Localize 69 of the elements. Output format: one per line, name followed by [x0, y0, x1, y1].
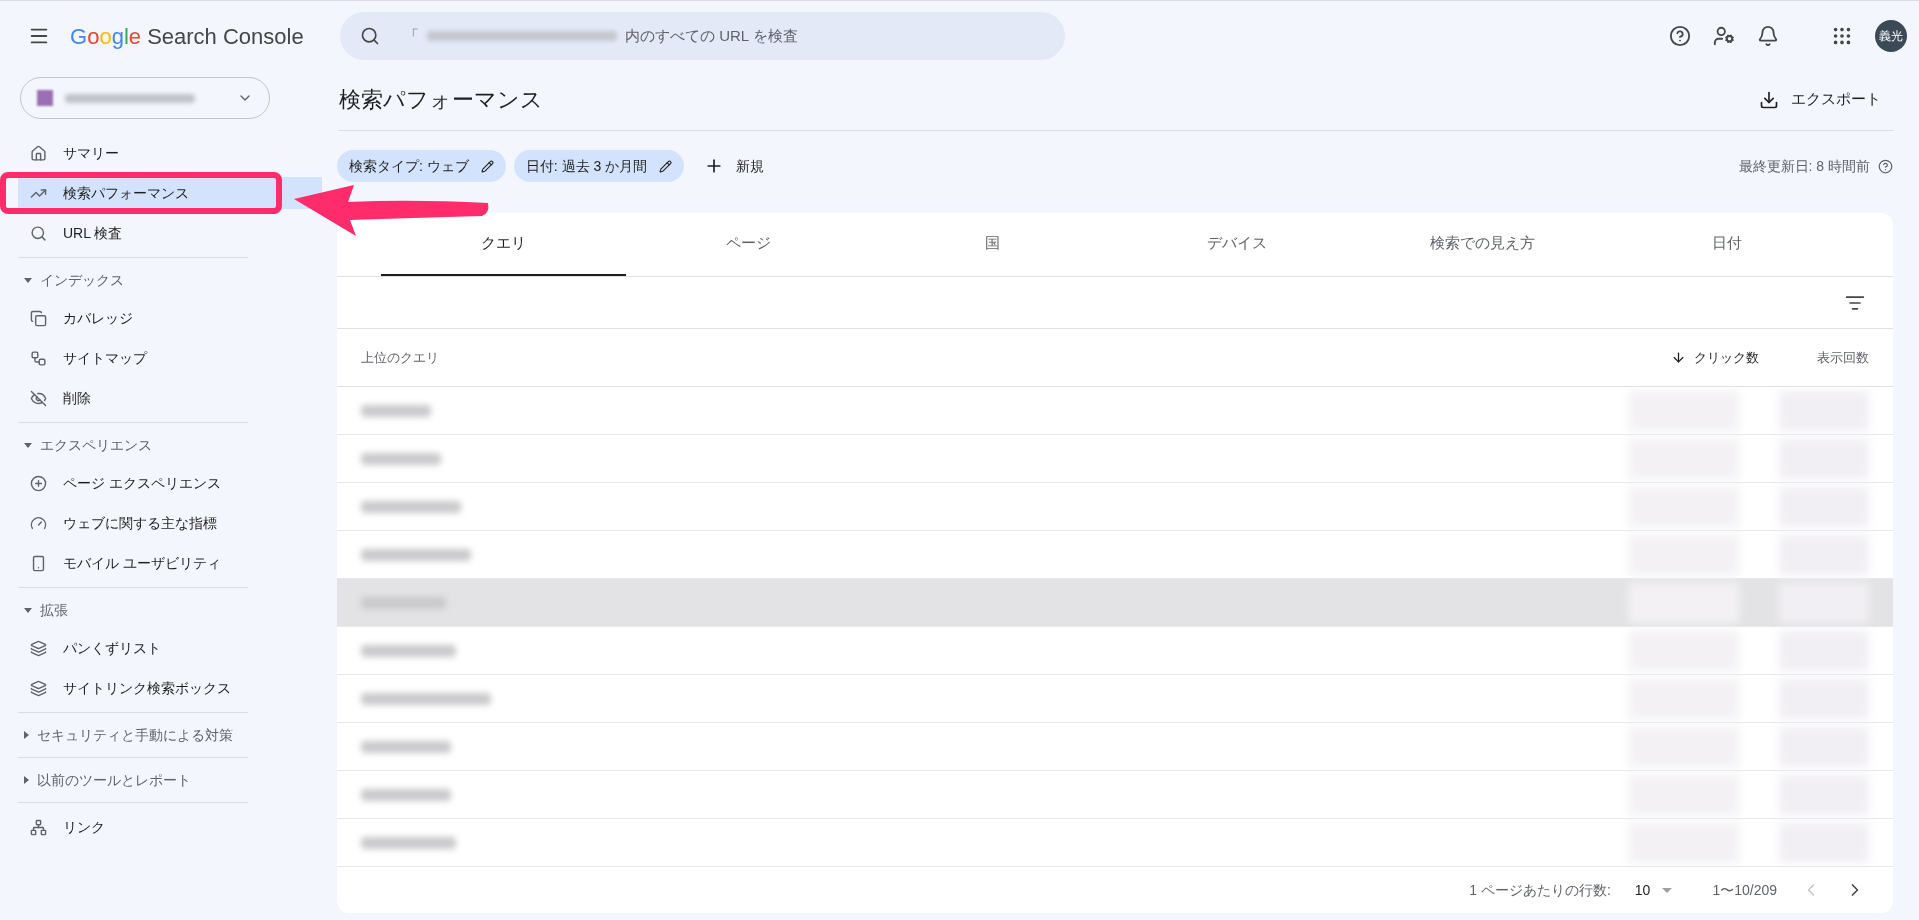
pages-icon [30, 309, 47, 327]
sidebar-section[interactable]: 以前のツールとレポート [0, 762, 340, 798]
app-logo[interactable]: Google Search Console [70, 19, 304, 53]
edit-icon [480, 159, 494, 173]
sidebar-item[interactable]: サイトリンク検索ボックス [18, 672, 322, 704]
sidebar-item[interactable]: カバレッジ [18, 302, 322, 334]
gauge-icon [30, 514, 47, 532]
column-header[interactable]: 表示回数 [1759, 347, 1869, 368]
eye-off-icon [30, 389, 47, 407]
new-filter-button[interactable]: 新規 [692, 150, 777, 182]
search-icon [360, 26, 380, 46]
tab[interactable]: 検索での見え方 [1359, 213, 1605, 276]
caret-down-icon [24, 607, 32, 613]
sidebar-section[interactable]: インデックス [0, 262, 340, 298]
download-icon [1759, 89, 1779, 110]
search-placeholder: 内のすべての URL を検査 [625, 25, 798, 46]
sidebar-section[interactable]: 拡張 [0, 592, 340, 628]
export-button[interactable]: エクスポート [1747, 80, 1893, 119]
sidebar-section[interactable]: エクスペリエンス [0, 427, 340, 463]
property-favicon [37, 90, 53, 106]
layers-icon [30, 679, 47, 697]
plus-circle-icon [30, 474, 47, 492]
search-field[interactable]: 「 内のすべての URL を検査 [340, 12, 1065, 60]
network-icon [30, 818, 47, 836]
rows-per-page-select[interactable]: 10 [1634, 879, 1673, 901]
layers-icon [30, 639, 47, 657]
sidebar-item[interactable]: URL 検査 [18, 217, 322, 249]
phone-icon [30, 554, 47, 572]
sidebar-item[interactable]: 検索パフォーマンス [18, 177, 322, 209]
column-header: 上位のクエリ [361, 348, 440, 367]
caret-right-icon [24, 776, 29, 784]
page-range: 1〜10/209 [1712, 880, 1777, 900]
sidebar-item[interactable]: リンク [18, 811, 322, 843]
last-updated: 最終更新日: 8 時間前 [1738, 156, 1870, 176]
sidebar-item[interactable]: サイトマップ [18, 342, 322, 374]
tab[interactable]: 国 [870, 213, 1115, 276]
caret-down-icon [24, 442, 32, 448]
tab[interactable]: デバイス [1115, 213, 1360, 276]
caret-right-icon [24, 731, 29, 739]
caret-down-icon [24, 277, 32, 283]
sitemap-icon [30, 349, 47, 367]
filter-chip[interactable]: 日付: 過去 3 か月間 [513, 150, 685, 182]
search-placeholder-prefix: 「 [404, 25, 419, 46]
caret-down-icon [1662, 887, 1673, 893]
sort-arrow-icon [1671, 350, 1686, 365]
sidebar-item[interactable]: ページ エクスペリエンス [18, 467, 322, 499]
search-icon [30, 224, 47, 242]
tab[interactable]: 日付 [1604, 213, 1850, 276]
sidebar-item[interactable]: モバイル ユーザビリティ [18, 547, 322, 579]
tab[interactable]: ページ [625, 213, 871, 276]
sidebar-item[interactable]: ウェブに関する主な指標 [18, 507, 322, 539]
table-row[interactable] [337, 579, 1893, 627]
user-settings-icon[interactable] [1713, 25, 1735, 47]
edit-icon [659, 159, 673, 173]
rows-per-page-label: 1 ページあたりの行数: [1469, 880, 1611, 900]
sidebar-item[interactable]: パンくずリスト [18, 632, 322, 664]
page-title: 検索パフォーマンス [339, 86, 543, 114]
sidebar-item[interactable]: サマリー [18, 137, 322, 169]
bell-icon[interactable] [1757, 25, 1779, 47]
column-header[interactable]: クリック数 [1629, 347, 1759, 368]
help-icon[interactable] [1878, 158, 1893, 174]
filter-chip[interactable]: 検索タイプ: ウェブ [337, 150, 506, 182]
home-icon [30, 144, 47, 162]
account-avatar[interactable]: 義光 [1875, 20, 1907, 52]
help-icon[interactable] [1669, 25, 1691, 47]
apps-icon[interactable] [1831, 25, 1853, 47]
sidebar-section[interactable]: セキュリティと手動による対策 [0, 717, 340, 753]
sidebar-item[interactable]: 削除 [18, 382, 322, 414]
redacted-text [361, 404, 431, 417]
